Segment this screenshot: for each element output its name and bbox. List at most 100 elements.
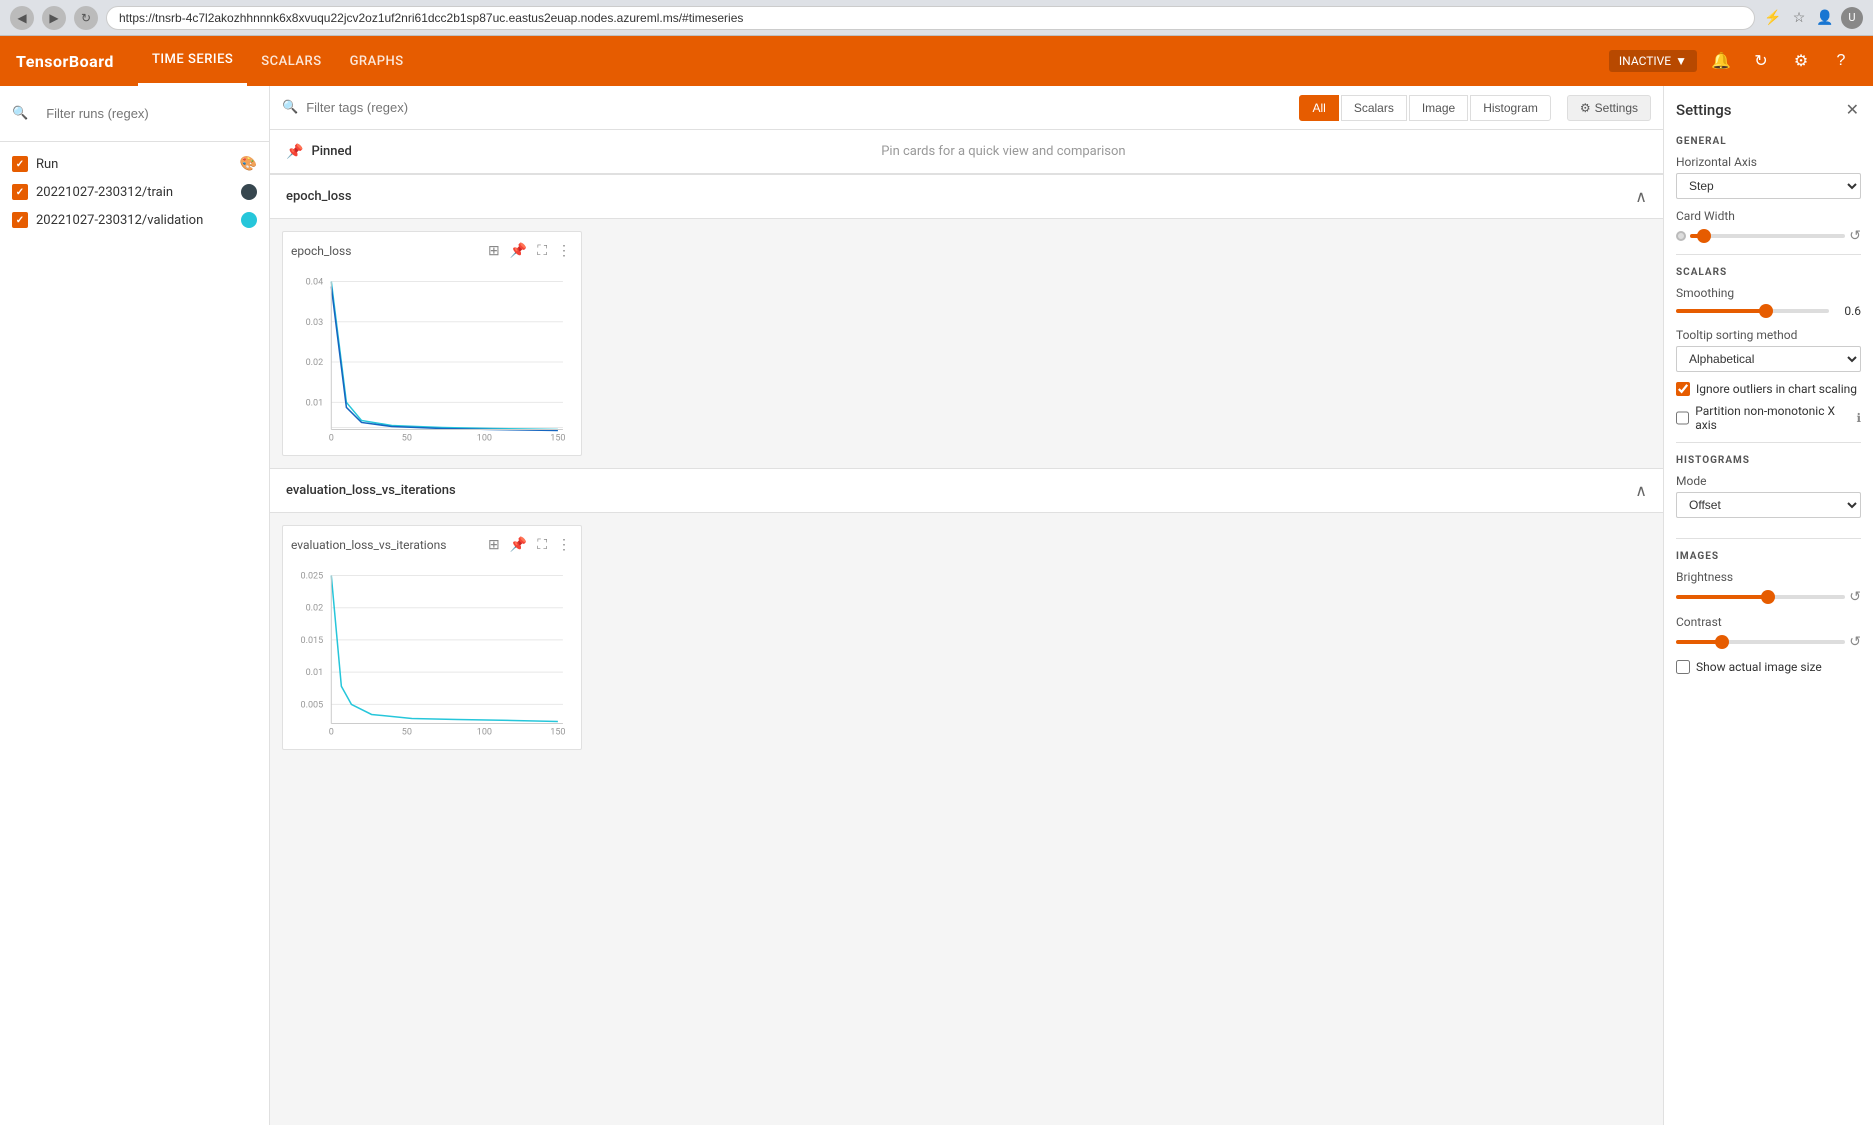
forward-button[interactable]: ▶ <box>42 6 66 30</box>
nav-scalars[interactable]: SCALARS <box>247 36 335 86</box>
url-bar[interactable] <box>106 6 1755 30</box>
chart-epoch-loss-title: epoch_loss <box>291 244 351 258</box>
ignore-outliers-label: Ignore outliers in chart scaling <box>1696 382 1857 396</box>
smoothing-value: 0.6 <box>1833 304 1861 318</box>
eval-loss-chart-canvas: 0.025 0.02 0.015 0.01 0.005 0 50 100 150 <box>291 561 573 741</box>
mode-label: Mode <box>1676 474 1861 488</box>
run-item-train[interactable]: 20221027-230312/train <box>0 178 269 206</box>
expand-icon-eval[interactable]: ⊞ <box>486 534 502 555</box>
settings-panel-btn[interactable]: ⚙ Settings <box>1567 95 1651 121</box>
back-button[interactable]: ◀ <box>10 6 34 30</box>
svg-text:100: 100 <box>477 434 492 444</box>
tag-filter-input[interactable] <box>306 100 1291 115</box>
help-icon[interactable]: ? <box>1825 45 1857 77</box>
show-actual-checkbox[interactable] <box>1676 660 1690 674</box>
more-icon[interactable]: ⋮ <box>555 240 573 261</box>
notifications-icon[interactable]: 🔔 <box>1705 45 1737 77</box>
fullscreen-icon[interactable]: ⛶ <box>535 240 549 261</box>
info-icon-partition[interactable]: ℹ <box>1856 411 1861 425</box>
mode-select[interactable]: Offset Overlay <box>1676 492 1861 518</box>
run-item-validation[interactable]: 20221027-230312/validation <box>0 206 269 234</box>
fullscreen-icon-eval[interactable]: ⛶ <box>535 534 549 555</box>
browser-toolbar: ⚡ ☆ 👤 U <box>1763 7 1863 29</box>
chart-eval-loss-title: evaluation_loss_vs_iterations <box>291 538 446 552</box>
eval-loss-charts: evaluation_loss_vs_iterations ⊞ 📌 ⛶ ⋮ <box>270 513 1663 762</box>
epoch-loss-charts: epoch_loss ⊞ 📌 ⛶ ⋮ <box>270 219 1663 468</box>
epoch-loss-card: epoch_loss ⊞ 📌 ⛶ ⋮ <box>282 231 582 456</box>
ignore-outliers-checkbox[interactable] <box>1676 382 1690 396</box>
epoch-loss-header[interactable]: epoch_loss ∧ <box>270 174 1663 219</box>
show-actual-row: Show actual image size <box>1676 660 1861 674</box>
card-width-row: ↺ <box>1676 227 1861 244</box>
expand-icon[interactable]: ⊞ <box>486 240 502 261</box>
settings-icon[interactable]: ⚙ <box>1785 45 1817 77</box>
nav-graphs[interactable]: GRAPHS <box>336 36 418 86</box>
pin-chart-icon[interactable]: 📌 <box>508 240 529 261</box>
app: TensorBoard TIME SERIES SCALARS GRAPHS I… <box>0 36 1873 1125</box>
bookmark-icon[interactable]: ☆ <box>1789 8 1809 28</box>
svg-text:150: 150 <box>550 434 565 444</box>
images-section-title: IMAGES <box>1676 551 1861 562</box>
topnav: TensorBoard TIME SERIES SCALARS GRAPHS I… <box>0 36 1873 86</box>
card-width-slider[interactable] <box>1690 234 1845 238</box>
svg-text:0.005: 0.005 <box>300 700 323 710</box>
horizontal-axis-select[interactable]: Step Relative Wall <box>1676 173 1861 199</box>
run-item-header[interactable]: Run 🎨 <box>0 150 269 178</box>
partition-checkbox[interactable] <box>1676 411 1689 425</box>
epoch-loss-chart-canvas: 0.04 0.03 0.02 0.01 0 50 100 150 <box>291 267 573 447</box>
content-area: 🔍 All Scalars Image Histogram ⚙ Settings… <box>270 86 1663 1125</box>
run-checkbox-validation[interactable] <box>12 212 28 228</box>
card-width-label: Card Width <box>1676 209 1861 223</box>
smoothing-row: 0.6 <box>1676 304 1861 318</box>
epoch-loss-title: epoch_loss <box>286 189 352 204</box>
svg-text:0.025: 0.025 <box>300 571 323 581</box>
status-badge[interactable]: INACTIVE ▼ <box>1609 50 1697 72</box>
user-avatar[interactable]: U <box>1841 7 1863 29</box>
svg-text:0.01: 0.01 <box>306 668 324 678</box>
close-settings-button[interactable]: ✕ <box>1844 98 1861 122</box>
nav-time-series[interactable]: TIME SERIES <box>138 36 247 86</box>
run-checkbox-train[interactable] <box>12 184 28 200</box>
general-section-title: GENERAL <box>1676 136 1861 147</box>
brightness-slider[interactable] <box>1676 595 1845 599</box>
smoothing-slider[interactable] <box>1676 309 1829 313</box>
tab-scalars[interactable]: Scalars <box>1341 95 1407 121</box>
filter-tabs: All Scalars Image Histogram <box>1299 95 1550 121</box>
contrast-row: ↺ <box>1676 633 1861 650</box>
tab-all[interactable]: All <box>1299 95 1338 121</box>
eval-loss-header[interactable]: evaluation_loss_vs_iterations ∧ <box>270 468 1663 513</box>
pinned-label: Pinned <box>311 144 351 159</box>
palette-icon[interactable]: 🎨 <box>240 156 257 172</box>
run-filter-input[interactable] <box>34 96 257 131</box>
refresh-icon[interactable]: ↻ <box>1745 45 1777 77</box>
tab-image[interactable]: Image <box>1409 95 1468 121</box>
settings-panel-header: Settings ✕ <box>1676 98 1861 122</box>
profile-icon[interactable]: 👤 <box>1815 8 1835 28</box>
contrast-slider[interactable] <box>1676 640 1845 644</box>
run-checkbox-all[interactable] <box>12 156 28 172</box>
epoch-loss-svg: 0.04 0.03 0.02 0.01 0 50 100 150 <box>291 267 573 447</box>
run-color-train <box>241 184 257 200</box>
sidebar: 🔍 Run 🎨 20221027-230312/train <box>0 86 270 1125</box>
tab-histogram[interactable]: Histogram <box>1470 95 1551 121</box>
smoothing-label: Smoothing <box>1676 286 1861 300</box>
svg-text:150: 150 <box>550 728 565 738</box>
tooltip-select[interactable]: Alphabetical Ascending Descending A la c… <box>1676 346 1861 372</box>
svg-text:0.02: 0.02 <box>306 604 324 614</box>
pinned-section: 📌 Pinned Pin cards for a quick view and … <box>270 130 1663 174</box>
more-icon-eval[interactable]: ⋮ <box>555 534 573 555</box>
brightness-reset[interactable]: ↺ <box>1849 588 1861 605</box>
contrast-reset[interactable]: ↺ <box>1849 633 1861 650</box>
eval-loss-chevron: ∧ <box>1635 481 1647 500</box>
eval-loss-section: evaluation_loss_vs_iterations ∧ evaluati… <box>270 468 1663 762</box>
settings-panel-title: Settings <box>1676 101 1732 119</box>
run-color-validation <box>241 212 257 228</box>
svg-text:50: 50 <box>402 434 412 444</box>
extensions-icon[interactable]: ⚡ <box>1763 8 1783 28</box>
eval-loss-card: evaluation_loss_vs_iterations ⊞ 📌 ⛶ ⋮ <box>282 525 582 750</box>
pin-chart-icon-eval[interactable]: 📌 <box>508 534 529 555</box>
ignore-outliers-row: Ignore outliers in chart scaling <box>1676 382 1861 396</box>
card-width-reset[interactable]: ↺ <box>1849 227 1861 244</box>
reload-button[interactable]: ↻ <box>74 6 98 30</box>
svg-text:0: 0 <box>329 728 334 738</box>
